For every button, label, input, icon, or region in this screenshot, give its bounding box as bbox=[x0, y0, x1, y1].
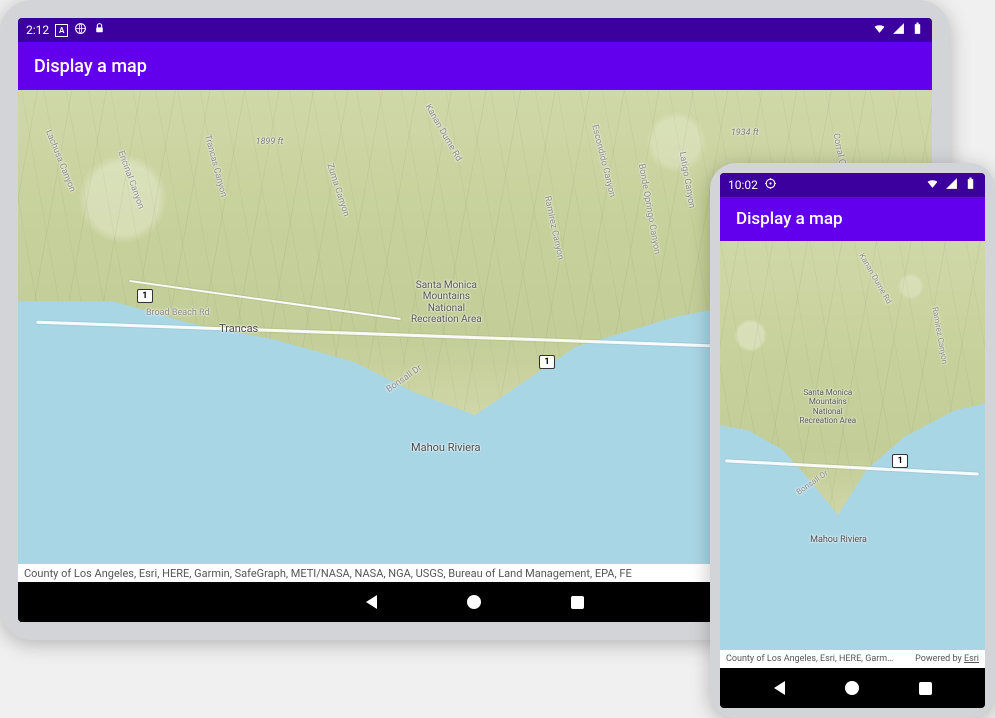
nav-recent-icon[interactable] bbox=[919, 682, 932, 695]
globe-icon bbox=[74, 22, 87, 38]
wifi-icon bbox=[873, 22, 886, 38]
phone-device-frame: 10:02 Display a map bbox=[710, 163, 995, 718]
nav-home-icon[interactable] bbox=[467, 595, 481, 609]
status-right bbox=[926, 177, 977, 193]
app-bar: Display a map bbox=[18, 42, 932, 90]
status-bar: 2:12 A bbox=[18, 18, 932, 42]
wifi-icon bbox=[926, 177, 939, 193]
map-view[interactable]: Mahou Riviera Santa Monica Mountains Nat… bbox=[720, 241, 985, 650]
attribution-text: County of Los Angeles, Esri, HERE, Garm… bbox=[726, 654, 893, 664]
nav-back-icon[interactable] bbox=[366, 595, 377, 609]
esri-link[interactable]: Esri bbox=[964, 654, 979, 664]
cell-signal-icon bbox=[892, 22, 905, 38]
a-box-icon: A bbox=[55, 24, 68, 37]
elev-1899: 1899 ft bbox=[256, 137, 284, 147]
app-title: Display a map bbox=[34, 56, 147, 77]
battery-icon bbox=[911, 22, 924, 38]
app-title: Display a map bbox=[736, 209, 843, 229]
place-mahou: Mahou Riviera bbox=[411, 441, 481, 454]
nav-home-icon[interactable] bbox=[845, 681, 859, 695]
place-trancas: Trancas bbox=[219, 322, 258, 335]
map-attribution: County of Los Angeles, Esri, HERE, Garm…… bbox=[720, 650, 985, 668]
hwy-shield-1: 1 bbox=[892, 454, 908, 468]
cell-signal-icon bbox=[945, 177, 958, 193]
status-bar: 10:02 bbox=[720, 173, 985, 197]
elev-1934: 1934 ft bbox=[731, 128, 759, 138]
system-nav-bar bbox=[720, 668, 985, 708]
area-recreation: Santa Monica Mountains National Recreati… bbox=[411, 280, 482, 326]
status-left: 10:02 bbox=[728, 177, 777, 193]
place-mahou: Mahou Riviera bbox=[810, 535, 867, 545]
battery-icon bbox=[964, 177, 977, 193]
area-recreation: Santa Monica Mountains National Recreati… bbox=[800, 388, 857, 425]
status-time: 2:12 bbox=[26, 23, 49, 37]
app-bar: Display a map bbox=[720, 197, 985, 241]
attribution-powered: Powered by Esri bbox=[915, 654, 979, 664]
nav-back-icon[interactable] bbox=[774, 681, 785, 695]
phone-screen: 10:02 Display a map bbox=[720, 173, 985, 708]
nav-recent-icon[interactable] bbox=[571, 596, 584, 609]
status-left: 2:12 A bbox=[26, 22, 106, 38]
status-right bbox=[873, 22, 924, 38]
hwy-shield-1a: 1 bbox=[137, 289, 153, 303]
hwy-shield-1b: 1 bbox=[539, 355, 555, 369]
status-time: 10:02 bbox=[728, 178, 758, 192]
attribution-text: County of Los Angeles, Esri, HERE, Garmi… bbox=[24, 567, 632, 580]
road-broad-beach: Broad Beach Rd bbox=[146, 308, 210, 318]
lock-icon bbox=[93, 22, 106, 38]
gps-icon bbox=[764, 177, 777, 193]
